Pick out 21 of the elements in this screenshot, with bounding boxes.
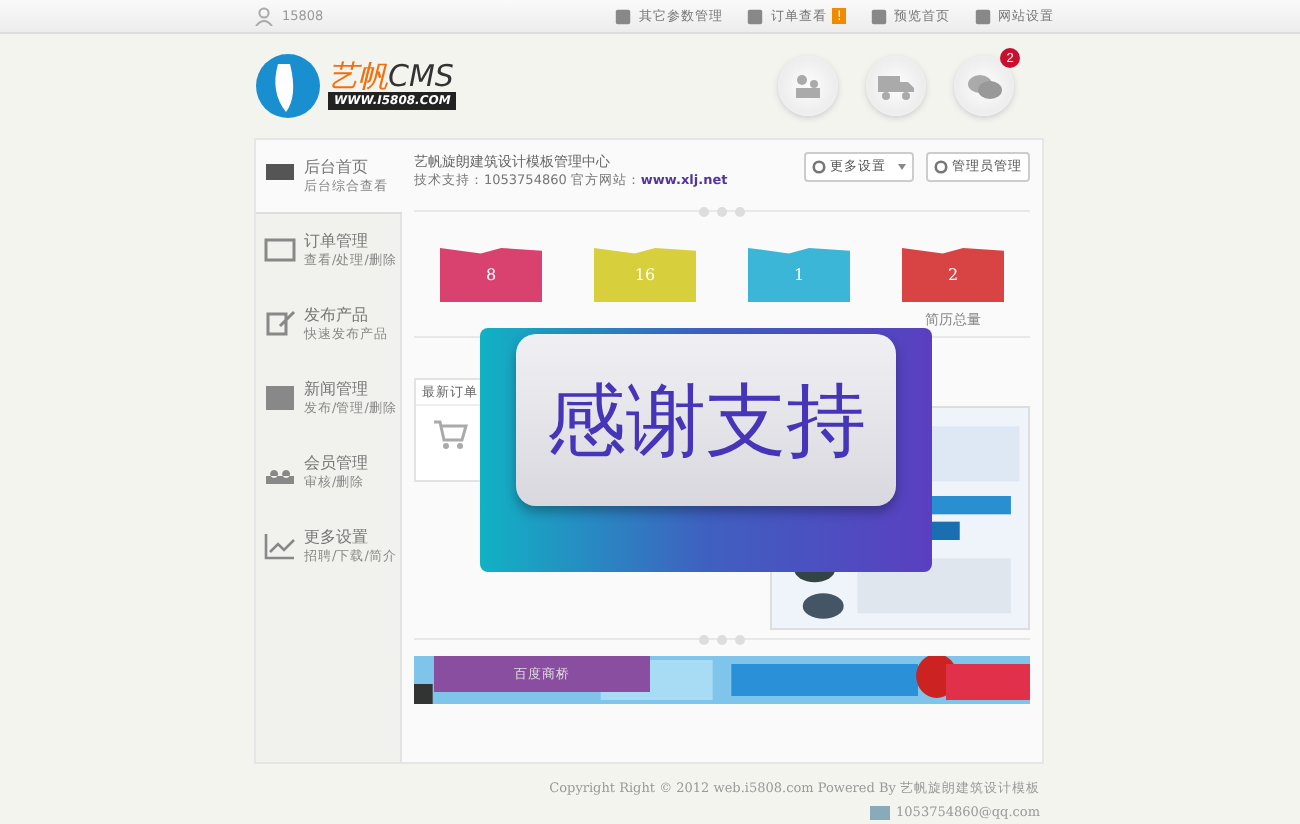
mail-icon [870, 805, 891, 819]
stat-card: 16 [594, 248, 696, 302]
stat-card: 8 [440, 248, 542, 302]
chart-icon [264, 532, 296, 560]
logo-icon [254, 52, 322, 120]
edit-icon [264, 310, 296, 338]
thanks-text: 感谢支持 [516, 334, 896, 506]
header-button[interactable] [778, 56, 838, 116]
gear-icon [812, 160, 826, 174]
stat-card: 1 [748, 248, 850, 302]
people-icon [792, 72, 824, 100]
chat-icon [967, 73, 1001, 99]
stat-card: 2 [902, 248, 1004, 302]
cart-icon [432, 418, 468, 450]
truck-icon [878, 73, 914, 99]
mail-icon [264, 236, 296, 264]
logo-text: 艺帆CMS [328, 62, 456, 92]
dropdown-icon [898, 164, 906, 170]
header-button[interactable] [866, 56, 926, 116]
user-icon [254, 6, 274, 26]
gear-icon [934, 160, 948, 174]
